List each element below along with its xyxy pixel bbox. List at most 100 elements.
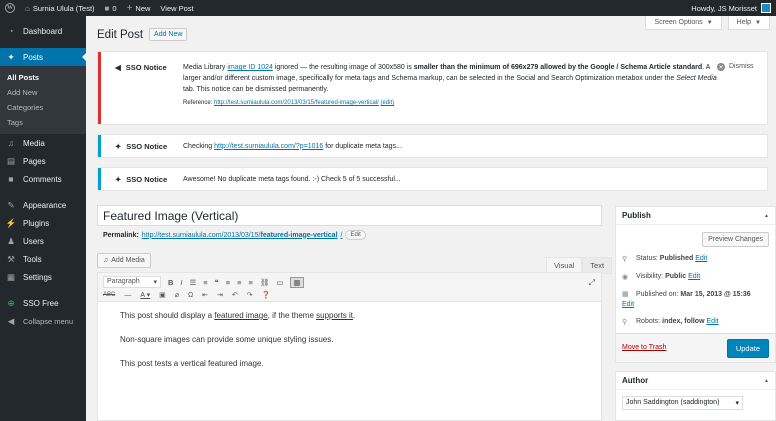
submenu-all-posts[interactable]: All Posts xyxy=(0,70,86,85)
featured-image-link[interactable]: featured image xyxy=(214,311,267,320)
robots-value: index, follow xyxy=(662,318,705,325)
help-icon[interactable]: ❓ xyxy=(262,291,271,299)
editor-content[interactable]: This post should display a featured imag… xyxy=(98,302,601,390)
edit-slug-button[interactable]: Edit xyxy=(345,230,366,240)
sidebar-item-media[interactable]: ♫ Media xyxy=(0,134,86,152)
toolbar-toggle-icon[interactable]: ▦ xyxy=(290,276,304,288)
sidebar-item-label: Tools xyxy=(23,254,42,264)
submenu-tags[interactable]: Tags xyxy=(0,115,86,130)
clear-formatting-icon[interactable]: ⌀ xyxy=(175,291,179,299)
status-label: Status: xyxy=(636,255,658,262)
collapse-menu-button[interactable]: ◀ Collapse menu xyxy=(0,312,86,330)
format-select[interactable]: Paragraph ▾ xyxy=(103,276,161,288)
media-icon: ♫ xyxy=(7,138,15,148)
greeting: Howdy, JS Morisset xyxy=(691,3,757,13)
outdent-icon[interactable]: ⇤ xyxy=(202,291,208,299)
special-character-icon[interactable]: Ω xyxy=(188,292,193,299)
add-new-button[interactable]: Add New xyxy=(149,28,188,41)
wrench-icon: ⚒ xyxy=(7,253,15,264)
author-select-value: John Saddington (saddington) xyxy=(626,399,720,406)
notice-label-text: SSO Notice xyxy=(125,63,167,72)
blockquote-icon[interactable]: ❝ xyxy=(215,278,219,287)
body-text: This post should display a xyxy=(120,311,215,320)
notice-message: Checking http://test.surniaulula.com/?p=… xyxy=(183,141,767,152)
bold-icon[interactable]: B xyxy=(168,278,173,287)
redo-icon[interactable]: ↷ xyxy=(247,291,253,299)
sidebar-item-comments[interactable]: ■ Comments xyxy=(0,170,86,188)
sidebar-item-dashboard[interactable]: ◔ Dashboard xyxy=(0,22,86,40)
view-post-link[interactable]: View Post xyxy=(155,0,198,16)
sidebar-item-settings[interactable]: ▦ Settings xyxy=(0,268,86,286)
add-media-button[interactable]: ♫ Add Media xyxy=(97,253,151,268)
publish-box-header[interactable]: Publish ▲ xyxy=(616,207,775,225)
help-button[interactable]: Help ▼ xyxy=(727,16,770,30)
paste-text-icon[interactable]: ▣ xyxy=(159,291,166,299)
page-title: Edit Post xyxy=(97,28,144,41)
submenu-add-new[interactable]: Add New xyxy=(0,85,86,100)
collapse-icon: ◀ xyxy=(7,315,15,326)
edit-status-link[interactable]: Edit xyxy=(695,255,707,262)
pin-icon: ✦ xyxy=(115,174,122,184)
published-label: Published on: xyxy=(636,291,679,298)
horizontal-line-icon[interactable]: — xyxy=(124,292,131,299)
new-content-menu[interactable]: + New xyxy=(122,0,156,16)
bullet-list-icon[interactable]: ☰ xyxy=(190,278,197,287)
paragraph: Non-square images can provide some uniqu… xyxy=(120,335,334,344)
post-title-input[interactable]: Featured Image (Vertical) xyxy=(97,205,602,226)
fullscreen-icon[interactable]: ⤢ xyxy=(589,278,595,288)
plus-icon: + xyxy=(126,2,133,14)
reference-link[interactable]: http://test.surniaulula.com/2013/03/15/f… xyxy=(214,100,379,106)
notice-label-text: SSO Notice xyxy=(126,174,168,184)
permalink-link[interactable]: http://test.surniaulula.com/2013/03/15/f… xyxy=(142,232,343,239)
author-box-header[interactable]: Author ▲ xyxy=(616,372,775,390)
sidebar-item-appearance[interactable]: ✎ Appearance xyxy=(0,196,86,214)
text-color-icon[interactable]: A ▾ xyxy=(140,291,150,299)
add-media-label: Add Media xyxy=(111,257,145,264)
body-text: . xyxy=(353,311,356,320)
notice-message: Awesome! No duplicate meta tags found. :… xyxy=(183,175,401,183)
link-icon[interactable]: ⛓ xyxy=(260,278,270,287)
sidebar-item-pages[interactable]: ▤ Pages xyxy=(0,152,86,170)
update-button[interactable]: Update xyxy=(726,339,769,358)
submenu-categories[interactable]: Categories xyxy=(0,100,86,115)
preview-changes-button[interactable]: Preview Changes xyxy=(702,232,769,247)
reference-edit-link[interactable]: (edit) xyxy=(380,100,394,106)
screen-options-button[interactable]: Screen Options ▼ xyxy=(645,16,722,30)
edit-date-link[interactable]: Edit xyxy=(622,300,772,310)
sidebar-item-sso[interactable]: ⊕ SSO Free xyxy=(0,294,86,312)
comments-link[interactable]: ■ 0 xyxy=(100,0,122,16)
italic-icon[interactable]: I xyxy=(180,278,182,287)
undo-icon[interactable]: ↶ xyxy=(232,291,238,299)
sidebar-item-label: Appearance xyxy=(23,200,67,210)
supports-it-link[interactable]: supports it xyxy=(316,311,353,320)
align-left-icon[interactable]: ≡ xyxy=(226,278,230,287)
notice-em-text: Select Media xyxy=(676,75,717,82)
wp-logo-menu[interactable]: W xyxy=(0,0,20,16)
checking-link[interactable]: http://test.surniaulula.com/?p=1016 xyxy=(214,143,323,150)
permalink-label: Permalink: xyxy=(103,231,139,239)
notice-text: tab. This notice can be dismissed perman… xyxy=(183,86,329,93)
numbered-list-icon[interactable]: ≡ xyxy=(203,278,207,287)
sidebar-item-posts[interactable]: ✦ Posts xyxy=(0,48,86,66)
collapse-arrow-icon: ▲ xyxy=(764,212,769,219)
strikethrough-icon[interactable]: ABC xyxy=(103,292,115,298)
edit-robots-link[interactable]: Edit xyxy=(707,318,719,325)
account-menu[interactable]: Howdy, JS Morisset xyxy=(691,3,776,13)
notice-text: Media Library xyxy=(183,64,228,71)
sidebar-item-users[interactable]: ♟ Users xyxy=(0,232,86,250)
format-select-value: Paragraph xyxy=(107,278,140,285)
image-id-link[interactable]: image ID 1024 xyxy=(227,64,273,71)
publish-actions: Move to Trash Update xyxy=(616,333,775,362)
pin-icon: ⚲ xyxy=(622,256,628,263)
sidebar-item-plugins[interactable]: ⚡ Plugins xyxy=(0,214,86,232)
align-center-icon[interactable]: ≡ xyxy=(237,278,241,287)
align-right-icon[interactable]: ≡ xyxy=(248,278,252,287)
move-to-trash-link[interactable]: Move to Trash xyxy=(622,344,666,351)
indent-icon[interactable]: ⇥ xyxy=(217,291,223,299)
read-more-icon[interactable]: ▭ xyxy=(276,278,283,287)
author-select[interactable]: John Saddington (saddington) ▾ xyxy=(622,396,743,410)
dismiss-button[interactable]: ✕ Dismiss xyxy=(717,52,767,124)
site-name-link[interactable]: ⌂ Surnia Ulula (Test) xyxy=(20,0,100,16)
sidebar-item-tools[interactable]: ⚒ Tools xyxy=(0,250,86,268)
edit-visibility-link[interactable]: Edit xyxy=(688,273,700,280)
